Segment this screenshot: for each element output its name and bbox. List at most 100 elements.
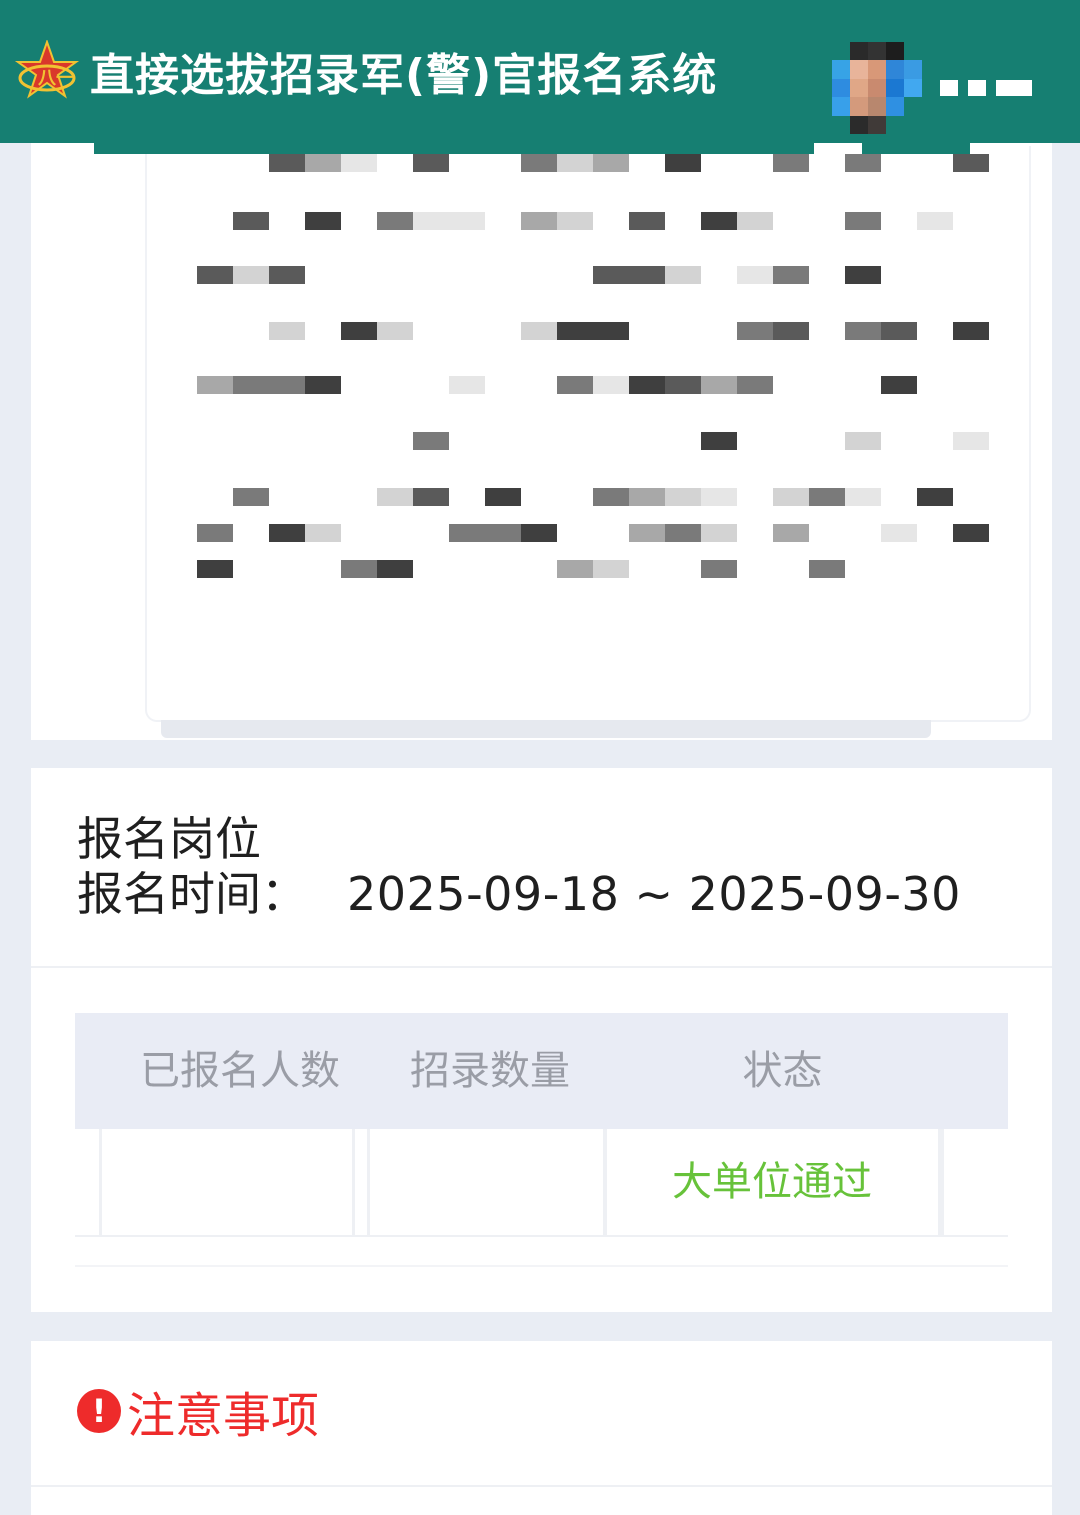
- pixel-block: [593, 376, 629, 394]
- pixel-block: [773, 266, 809, 284]
- cell-registered: [99, 1129, 355, 1235]
- pixel-block: [557, 154, 593, 172]
- time-range: 2025-09-18 ~ 2025-09-30: [347, 867, 961, 921]
- pixel-block: [845, 266, 881, 284]
- pixel-block: [665, 488, 701, 506]
- pixel-block: [521, 322, 557, 340]
- pixel-block: [269, 524, 305, 542]
- time-label: 报名时间：: [77, 867, 307, 921]
- pixel-block: [593, 154, 629, 172]
- pixel-block: [377, 560, 413, 578]
- pixel-block: [449, 212, 485, 230]
- pixel-block: [341, 322, 377, 340]
- pixelated-content: [145, 146, 1031, 722]
- pixel-block: [701, 376, 737, 394]
- pixel-block: [665, 524, 701, 542]
- pixel-block: [953, 154, 989, 172]
- header-status: 状态: [742, 1048, 823, 1094]
- pixel-block: [413, 154, 449, 172]
- pixel-block: [269, 376, 305, 394]
- cell-action: [941, 1129, 1008, 1235]
- pixel-block: [953, 524, 989, 542]
- notice-card: ! 注意事项: [31, 1341, 1052, 1515]
- pixel-block: [413, 432, 449, 450]
- pixel-block: [593, 560, 629, 578]
- pixel-block: [701, 432, 737, 450]
- pixel-block: [953, 432, 989, 450]
- pixel-block: [845, 488, 881, 506]
- pixel-block: [413, 488, 449, 506]
- pixel-block: [917, 488, 953, 506]
- notice-title: 注意事项: [127, 1388, 320, 1444]
- pixel-block: [701, 560, 737, 578]
- pixel-block: [845, 154, 881, 172]
- app-title: 直接选拔招录军(警)官报名系统: [90, 50, 718, 101]
- pixel-block: [809, 488, 845, 506]
- pixel-block: [377, 212, 413, 230]
- pixel-block: [845, 322, 881, 340]
- svg-text:八一: 八一: [38, 68, 74, 88]
- pixel-block: [557, 376, 593, 394]
- pixel-block: [305, 376, 341, 394]
- user-avatar[interactable]: [832, 42, 922, 134]
- header-registered: 已报名人数: [140, 1048, 340, 1094]
- pixel-block: [845, 432, 881, 450]
- registration-time: 报名时间： 2025-09-18 ~ 2025-09-30: [77, 865, 961, 923]
- position-title: 报名岗位: [77, 812, 261, 866]
- pixel-block: [737, 322, 773, 340]
- pixel-block: [629, 524, 665, 542]
- pixel-block: [917, 212, 953, 230]
- pixel-block: [845, 212, 881, 230]
- pixel-block: [233, 376, 269, 394]
- pixel-block: [701, 488, 737, 506]
- pixel-block: [197, 376, 233, 394]
- pixel-block: [413, 212, 449, 230]
- pixel-block: [593, 488, 629, 506]
- pixel-block: [557, 322, 593, 340]
- pixel-block: [449, 524, 485, 542]
- pixel-block: [593, 266, 629, 284]
- pixel-block: [377, 322, 413, 340]
- pixel-block: [233, 488, 269, 506]
- pixel-block: [485, 488, 521, 506]
- app-header: 八一 直接选拔招录军(警)官报名系统: [0, 0, 1080, 154]
- pixel-block: [341, 560, 377, 578]
- table-header: 已报名人数 招录数量 状态: [75, 1013, 1008, 1129]
- pixel-block: [269, 266, 305, 284]
- pixel-block: [737, 376, 773, 394]
- pixel-block: [593, 322, 629, 340]
- pixel-block: [269, 154, 305, 172]
- pixel-block: [629, 376, 665, 394]
- pixel-block: [557, 212, 593, 230]
- pixel-block: [701, 524, 737, 542]
- pixel-block: [881, 376, 917, 394]
- pixel-block: [197, 524, 233, 542]
- pixel-block: [233, 266, 269, 284]
- pixel-block: [953, 322, 989, 340]
- pixel-block: [341, 154, 377, 172]
- pixel-block: [305, 154, 341, 172]
- header-quota: 招录数量: [410, 1048, 570, 1094]
- pixel-block: [449, 376, 485, 394]
- cell-status: 大单位通过: [603, 1129, 941, 1235]
- cell-quota: [367, 1129, 607, 1235]
- pixel-block: [665, 266, 701, 284]
- pixel-block: [233, 212, 269, 230]
- pixel-block: [629, 266, 665, 284]
- pixel-block: [557, 560, 593, 578]
- pixel-block: [305, 524, 341, 542]
- pixel-block: [521, 154, 557, 172]
- pixel-block: [629, 488, 665, 506]
- pixel-block: [485, 524, 521, 542]
- pixel-block: [737, 212, 773, 230]
- pixel-block: [773, 524, 809, 542]
- pixel-block: [773, 488, 809, 506]
- position-card: 报名岗位 报名时间： 2025-09-18 ~ 2025-09-30 已报名人数 …: [31, 768, 1052, 1312]
- pixel-block: [197, 266, 233, 284]
- pixel-block: [773, 322, 809, 340]
- pixel-block: [377, 488, 413, 506]
- pixel-block: [521, 212, 557, 230]
- pixel-block: [809, 560, 845, 578]
- pixel-block: [305, 212, 341, 230]
- pixel-block: [773, 154, 809, 172]
